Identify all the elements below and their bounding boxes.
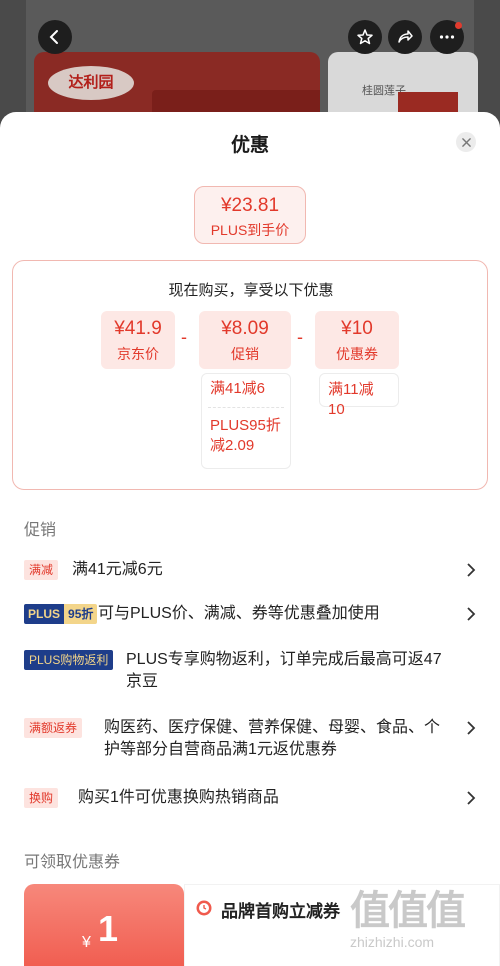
coupon-chip: ¥10 优惠券 (315, 311, 399, 369)
plus-tag-label: PLUS (24, 604, 65, 624)
promo-row-exchange[interactable]: 换购 购买1件可优惠换购热销商品 (0, 786, 500, 810)
brand-logo: 达利园 (48, 66, 134, 100)
price-breakdown: 现在购买，享受以下优惠 ¥41.9 京东价 - ¥8.09 促销 - ¥10 优… (12, 260, 488, 490)
coupon-detail: 满11减10 (328, 381, 374, 418)
promo-detail-box: 满41减6 PLUS95折 减2.09 (201, 373, 291, 469)
close-icon (461, 137, 471, 147)
promo-text-line2: 护等部分自营商品满1元返优惠券 (104, 741, 337, 758)
share-icon (398, 30, 413, 43)
close-button[interactable] (456, 132, 476, 152)
minus-operator: - (181, 327, 187, 347)
promo-label: 促销 (231, 346, 259, 362)
promo-row-coupon-return[interactable]: 满额返券 购医药、医疗保健、营养保健、母婴、食品、个 护等部分自营商品满1元返优… (0, 716, 500, 764)
star-icon (357, 29, 373, 45)
promo-detail: 满41减6 (210, 380, 266, 397)
sheet-title: 优惠 (230, 135, 269, 156)
promo-text-line2: 京豆 (126, 673, 159, 690)
final-price-label: PLUS到手价 (210, 222, 290, 238)
more-icon (439, 35, 455, 39)
promo-row-plus-discount[interactable]: PLUS 95折 可与PLUS价、满减、券等优惠叠加使用 (0, 602, 500, 626)
watermark-logo: 值值值 (350, 889, 466, 933)
promo-text-line1: PLUS专享购物返利，订单完成后最高可返47 (126, 651, 442, 668)
jd-price-label: 京东价 (117, 346, 159, 362)
jd-price-chip: ¥41.9 京东价 (101, 311, 175, 369)
chevron-right-icon (466, 606, 476, 622)
discount-sheet: 优惠 ¥23.81 PLUS到手价 现在购买，享受以下优惠 ¥41.9 京东价 … (0, 112, 500, 966)
more-button[interactable] (430, 20, 464, 54)
plus-tag: PLUS 95折 (24, 604, 98, 624)
promotions-title: 促销 (24, 522, 57, 539)
coupon-label: 优惠券 (336, 346, 378, 362)
notification-dot (455, 22, 462, 29)
promo-text: 可与PLUS价、满减、券等优惠叠加使用 (98, 605, 380, 622)
promo-detail: PLUS95折 (210, 417, 281, 434)
coupon-value: 1 (98, 908, 119, 949)
detail-divider (208, 407, 284, 408)
share-button[interactable] (388, 20, 422, 54)
clock-icon (195, 899, 213, 917)
promo-tag: 满额返券 (24, 718, 83, 738)
promo-chip: ¥8.09 促销 (199, 311, 291, 369)
promo-tag: 满减 (24, 560, 59, 580)
promo-amount: ¥8.09 (221, 318, 269, 339)
watermark-url: zhizhizhi.com (350, 934, 435, 950)
minus-operator: - (297, 327, 303, 347)
promo-detail: 减2.09 (210, 437, 255, 454)
favorite-button[interactable] (348, 20, 382, 54)
final-price-badge: ¥23.81 PLUS到手价 (194, 186, 306, 244)
coupon-yen: ¥ (82, 934, 91, 951)
chevron-left-icon (49, 30, 58, 44)
promo-text: 购买1件可优惠换购热销商品 (78, 789, 279, 806)
breakdown-heading: 现在购买，享受以下优惠 (168, 282, 334, 299)
promo-row-plus-rebate[interactable]: PLUS购物返利 PLUS专享购物返利，订单完成后最高可返47 京豆 (0, 648, 500, 696)
promo-text: 满41元减6元 (72, 561, 163, 578)
chevron-right-icon (466, 562, 476, 578)
chevron-right-icon (466, 720, 476, 736)
chevron-right-icon (466, 790, 476, 806)
site-watermark: 值值值 zhizhizhi.com (350, 888, 490, 958)
jd-price-amount: ¥41.9 (114, 318, 162, 339)
promo-tag: 换购 (24, 788, 59, 808)
coupon-amount: ¥10 (341, 318, 373, 339)
back-button[interactable] (38, 20, 72, 54)
coupons-title: 可领取优惠券 (24, 854, 121, 871)
coupon-value-card[interactable]: ¥ 1 (24, 884, 184, 966)
plus-tag-discount: 95折 (64, 604, 98, 624)
promo-row-full-reduction[interactable]: 满减 满41元减6元 (0, 558, 500, 582)
final-price-amount: ¥23.81 (220, 195, 280, 216)
coupon-detail-box: 满11减10 (319, 373, 399, 418)
coupon-title: 品牌首购立减券 (221, 902, 340, 921)
promo-text-line1: 购医药、医疗保健、营养保健、母婴、食品、个 (104, 719, 441, 736)
promo-tag: PLUS购物返利 (24, 650, 114, 670)
